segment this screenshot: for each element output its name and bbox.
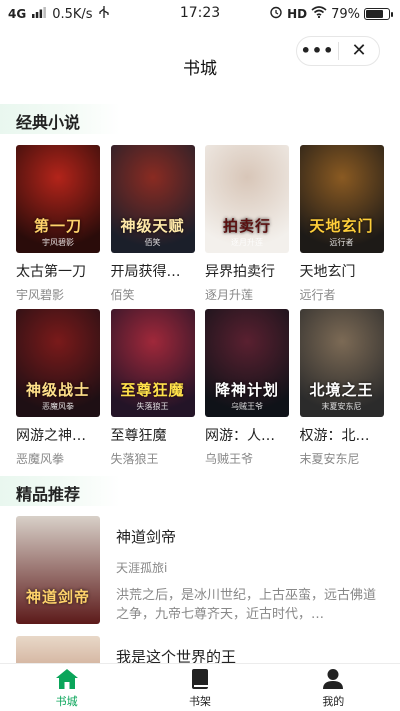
book-card[interactable]: 第一刀 宇风碧影 太古第一刀 宇风碧影 [16, 145, 100, 303]
nav-header: 书城 ••• ✕ [0, 28, 400, 98]
book-cover: 神道剑帝 [16, 516, 100, 624]
book-title: 开局获得… [110, 264, 181, 280]
cover-title: 神道剑帝 [25, 588, 90, 606]
cover-author: 宇风碧影 [42, 238, 74, 247]
home-icon [55, 669, 78, 689]
cover-title: 神级天赋 [120, 217, 185, 235]
book-title: 网游之神… [16, 428, 86, 444]
featured-item[interactable]: 我是这个世界的王 [16, 636, 386, 663]
cover-title: 拍卖行 [222, 217, 271, 235]
book-card[interactable]: 神级天赋 佰笑 开局获得… 佰笑 [110, 145, 195, 303]
miniprogram-capsule: ••• ✕ [296, 36, 380, 66]
battery-level [366, 10, 383, 18]
cover-title: 天地玄门 [309, 217, 374, 235]
cover-author: 失落狼王 [136, 402, 169, 411]
tab-mine[interactable]: 我的 [267, 664, 400, 711]
bottom-tab-bar: 书城 书架 我的 [0, 663, 400, 711]
book-cover: 天地玄门 远行者 [299, 145, 384, 253]
more-button[interactable]: ••• [297, 36, 338, 66]
battery-icon [364, 8, 393, 20]
book-card[interactable]: 至尊狂魔 失落狼王 至尊狂魔 失落狼王 [110, 309, 195, 467]
book-title: 权游：北… [299, 428, 370, 444]
close-button[interactable]: ✕ [339, 36, 379, 66]
book-cover [16, 636, 100, 663]
book-title: 太古第一刀 [16, 264, 86, 280]
book-author: 失落狼王 [110, 452, 159, 466]
book-author: 逐月升莲 [205, 288, 254, 302]
featured-item[interactable]: 神道剑帝 神道剑帝 天涯孤旅i 洪荒之后，是冰川世纪，上古巫蛮，远古佛道之争，九… [16, 516, 386, 626]
cover-author: 佰笑 [144, 238, 161, 247]
cover-title: 神级战士 [25, 381, 90, 399]
book-author: 乌贼王爷 [205, 452, 254, 466]
cover-author: 乌贼王爷 [231, 402, 263, 411]
book-author: 宇风碧影 [16, 288, 65, 302]
book-title: 我是这个世界的王 [116, 648, 237, 663]
book-title: 异界拍卖行 [205, 264, 275, 280]
cover-author: 恶魔风拳 [42, 402, 74, 411]
status-bar: 4G 0.5K/s 17:23 HD 79% [0, 0, 400, 28]
book-cover: 神级天赋 佰笑 [110, 145, 195, 253]
tab-bookstore[interactable]: 书城 [0, 664, 133, 711]
book-author: 末夏安东尼 [299, 452, 360, 466]
book-author: 天涯孤旅i [116, 561, 168, 575]
book-author: 恶魔风拳 [16, 452, 65, 466]
book-card[interactable]: 北境之王 末夏安东尼 权游：北… 末夏安东尼 [299, 309, 384, 467]
cover-author: 逐月升莲 [231, 238, 263, 247]
cover-title: 第一刀 [33, 217, 82, 235]
cover-title: 北境之王 [309, 381, 374, 399]
book-card[interactable]: 天地玄门 远行者 天地玄门 远行者 [299, 145, 384, 303]
hd-label: HD [287, 7, 308, 21]
book-title: 神道剑帝 [116, 528, 177, 546]
section-classics-header: 经典小说 [0, 104, 400, 134]
status-right: HD 79% [269, 5, 393, 23]
book-cover: 第一刀 宇风碧影 [16, 145, 100, 253]
section-title: 精品推荐 [16, 485, 81, 504]
book-cover: 至尊狂魔 失落狼王 [110, 309, 195, 417]
tab-label: 我的 [322, 695, 345, 708]
book-cover: 神级战士 恶魔风拳 [16, 309, 100, 417]
book-cover: 北境之王 末夏安东尼 [299, 309, 384, 417]
featured-info: 神道剑帝 天涯孤旅i 洪荒之后，是冰川世纪，上古巫蛮，远古佛道之争，九帝七尊齐天… [116, 526, 386, 624]
alarm-icon [269, 5, 283, 23]
tab-label: 书架 [188, 695, 211, 708]
tab-label: 书城 [55, 695, 78, 708]
book-title: 网游：人… [205, 428, 275, 444]
user-icon [323, 669, 344, 689]
book-cover: 拍卖行 逐月升莲 [205, 145, 289, 253]
cover-author: 远行者 [329, 238, 354, 247]
book-title: 至尊狂魔 [110, 428, 167, 444]
section-title: 经典小说 [16, 113, 81, 132]
book-author: 远行者 [299, 288, 336, 302]
tab-bookshelf[interactable]: 书架 [133, 664, 266, 711]
book-title: 天地玄门 [299, 264, 356, 280]
book-card[interactable]: 神级战士 恶魔风拳 网游之神… 恶魔风拳 [16, 309, 100, 467]
cover-title: 至尊狂魔 [120, 381, 185, 399]
book-cover: 降神计划 乌贼王爷 [205, 309, 289, 417]
book-author: 佰笑 [110, 288, 135, 302]
book-card[interactable]: 降神计划 乌贼王爷 网游：人… 乌贼王爷 [205, 309, 289, 467]
wifi-icon [311, 6, 327, 22]
book-card[interactable]: 拍卖行 逐月升莲 异界拍卖行 逐月升莲 [205, 145, 289, 303]
section-featured-header: 精品推荐 [0, 476, 400, 506]
cover-author: 末夏安东尼 [321, 402, 362, 411]
featured-info: 我是这个世界的王 [116, 646, 386, 663]
battery-percent: 79% [331, 6, 360, 22]
cover-title: 降神计划 [214, 381, 279, 399]
book-icon [191, 669, 208, 689]
book-intro: 洪荒之后，是冰川世纪，上古巫蛮，远古佛道之争，九帝七尊齐天，近古时代，… [116, 588, 377, 622]
